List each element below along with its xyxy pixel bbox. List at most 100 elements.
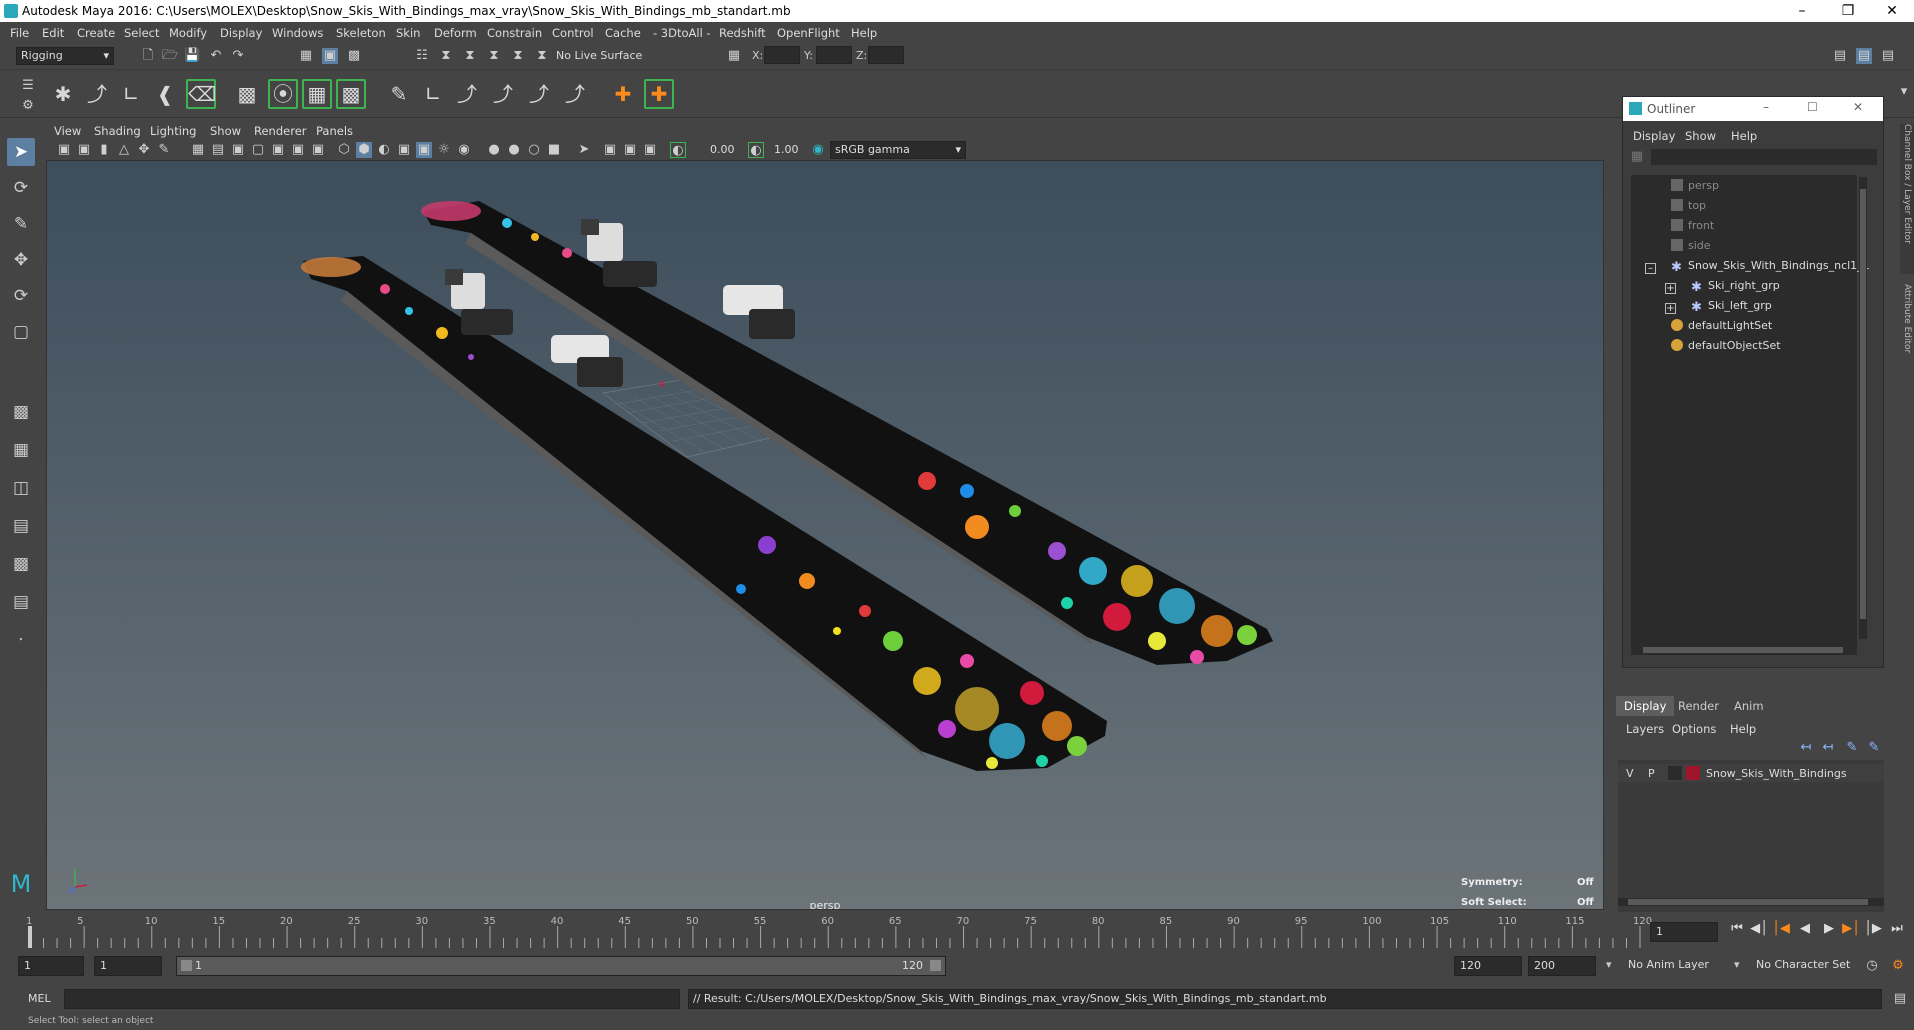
outliner-hscroll-thumb[interactable] [1643, 647, 1843, 653]
bind-skin-icon[interactable]: ⦿ [268, 79, 298, 109]
set-key-icon[interactable]: ✚ [608, 79, 638, 109]
layer-menu-options[interactable]: Options [1672, 722, 1716, 736]
exposure-icon[interactable]: ◐ [670, 142, 686, 158]
ik-handle-icon[interactable]: ⤴ [82, 79, 112, 109]
outliner-menu-display[interactable]: Display [1633, 129, 1675, 143]
film-gate-icon[interactable]: ▤ [210, 142, 226, 158]
time-slider[interactable]: 1 5 10 15 20 25 30 35 40 45 50 55 60 65 70 75 80 85 90 95 10… [0, 912, 1914, 950]
image-plane-icon[interactable]: △ [116, 142, 132, 158]
layer-menu-help[interactable]: Help [1730, 722, 1756, 736]
layer-visibility-toggle[interactable]: V [1626, 767, 1634, 780]
snap-point-icon[interactable]: ⧗ [462, 48, 478, 64]
outliner-item-top[interactable]: top [1671, 199, 1706, 217]
menu-create[interactable]: Create [77, 26, 115, 40]
redo-icon[interactable]: ↷ [230, 48, 246, 64]
shelf-settings-icon[interactable]: ⚙ [20, 98, 36, 114]
outliner-filter-icon[interactable]: ▦ [1629, 149, 1645, 165]
menu-constrain[interactable]: Constrain [487, 26, 542, 40]
toggle-modeling-toolkit-icon[interactable]: ▤ [1832, 48, 1848, 64]
move-layer-down-icon[interactable]: ↤ [1820, 740, 1836, 756]
select-hierarchy-icon[interactable]: ▦ [298, 48, 314, 64]
isolate-select-icon[interactable]: ■ [546, 142, 562, 158]
depth-of-field-icon[interactable]: ○ [526, 142, 542, 158]
outliner-search-input[interactable] [1651, 149, 1877, 165]
select-component-icon[interactable]: ▩ [346, 48, 362, 64]
colorspace-dropdown[interactable]: sRGB gamma ▾ [830, 141, 966, 159]
rotate-tool-icon[interactable]: ⟳ [7, 282, 35, 310]
transform-mode-icon[interactable]: ▦ [726, 48, 742, 64]
menu-windows[interactable]: Windows [272, 26, 323, 40]
time-ruler[interactable]: 1 5 10 15 20 25 30 35 40 45 50 55 60 65 70 75 80 85 90 95 10… [24, 912, 1674, 948]
x-field[interactable] [764, 46, 800, 64]
outliner-item-ski-right[interactable]: ✱ Ski_right_grp [1691, 279, 1780, 297]
layer-playback-toggle[interactable]: P [1648, 767, 1655, 780]
layer-color-swatch[interactable] [1686, 766, 1700, 780]
select-tool-icon[interactable]: ➤ [7, 138, 35, 166]
outliner-titlebar[interactable]: Outliner – ☐ ✕ [1623, 97, 1883, 121]
step-forward-frame-icon[interactable]: │▶ [1864, 920, 1882, 938]
chevron-down-icon[interactable]: ▾ [1734, 958, 1740, 971]
xray-joints-icon[interactable]: ▣ [602, 142, 618, 158]
new-scene-icon[interactable]: 🗋 [140, 48, 156, 64]
viewport-persp[interactable]: + persp Symmetry: Off Soft Select: Off [46, 160, 1604, 910]
key-selected-icon[interactable]: ✚ [644, 79, 674, 109]
expand-toggle-icon[interactable]: + [1665, 283, 1676, 294]
vp-menu-shading[interactable]: Shading [94, 124, 141, 138]
menu-file[interactable]: File [10, 26, 29, 40]
single-pane-icon[interactable]: ▩ [7, 398, 35, 426]
field-chart-icon[interactable]: ▣ [270, 142, 286, 158]
menu-select[interactable]: Select [124, 26, 159, 40]
menu-display[interactable]: Display [220, 26, 262, 40]
playback-end-field[interactable]: 120 [1454, 956, 1522, 976]
tab-anim[interactable]: Anim [1726, 696, 1772, 716]
go-to-start-icon[interactable]: ⏮ [1728, 920, 1746, 938]
current-time-indicator[interactable] [28, 926, 32, 948]
open-scene-icon[interactable]: 🗁 [162, 48, 178, 64]
layer-hscroll-thumb[interactable] [1628, 899, 1868, 905]
attribute-editor-side-tab[interactable]: Attribute Editor [1900, 284, 1914, 384]
outliner-item-ski-left[interactable]: ✱ Ski_left_grp [1691, 299, 1772, 317]
minimize-button[interactable]: – [1780, 0, 1824, 22]
shelf-scroll-icon[interactable]: ▾ [1896, 84, 1912, 100]
layer-menu-layers[interactable]: Layers [1626, 722, 1664, 736]
aim-constraint-icon[interactable]: ⤴ [452, 79, 482, 109]
layout-graph-icon[interactable]: ▤ [7, 588, 35, 616]
outliner-item-persp[interactable]: persp [1671, 179, 1719, 197]
menu-deform[interactable]: Deform [434, 26, 477, 40]
vp-menu-panels[interactable]: Panels [316, 124, 353, 138]
move-tool-icon[interactable]: ✥ [7, 246, 35, 274]
menu-help[interactable]: Help [851, 26, 877, 40]
vp-menu-show[interactable]: Show [210, 124, 241, 138]
use-all-lights-icon[interactable]: ▣ [416, 142, 432, 158]
snap-view-icon[interactable]: ⧗ [486, 48, 502, 64]
script-editor-icon[interactable]: ▤ [1892, 991, 1908, 1007]
camera-select-icon[interactable]: ▣ [56, 142, 72, 158]
wrap-icon[interactable]: ▩ [336, 79, 366, 109]
persp-outliner-icon[interactable]: ▤ [7, 512, 35, 540]
scale-constraint-icon[interactable]: ⤴ [524, 79, 554, 109]
mode-dropdown[interactable]: Rigging ▾ [16, 47, 114, 65]
menu-3dtoall[interactable]: - 3DtoAll - [653, 26, 711, 40]
smooth-shade-icon[interactable]: ⬢ [356, 142, 372, 158]
layer-type-toggle[interactable] [1668, 766, 1682, 780]
outliner-hscrollbar[interactable] [1631, 645, 1857, 655]
toggle-attribute-editor-icon[interactable]: ▤ [1856, 48, 1872, 64]
layout-icon[interactable]: ▩ [7, 550, 35, 578]
xray-active-icon[interactable]: ▣ [622, 142, 638, 158]
cluster-icon[interactable]: ▩ [232, 79, 262, 109]
gamma-value[interactable]: 1.00 [774, 143, 799, 156]
play-forwards-icon[interactable]: ▶ [1820, 920, 1838, 938]
menu-control[interactable]: Control [552, 26, 594, 40]
grid-icon[interactable]: ▦ [190, 142, 206, 158]
layout-toggle-icon[interactable]: ⋅ [7, 626, 35, 654]
outliner-item-root-group[interactable]: ✱ Snow_Skis_With_Bindings_ncl1_1 [1671, 259, 1870, 277]
anim-prefs-icon[interactable]: ⚙ [1890, 958, 1906, 974]
2d-pan-icon[interactable]: ✥ [136, 142, 152, 158]
menu-modify[interactable]: Modify [169, 26, 207, 40]
outliner-minimize-button[interactable]: – [1763, 100, 1769, 114]
vp-menu-renderer[interactable]: Renderer [254, 124, 307, 138]
point-constraint-icon[interactable]: ∟ [418, 79, 448, 109]
outliner-vscrollbar[interactable] [1859, 177, 1867, 639]
end-frame-field[interactable]: 200 [1528, 956, 1596, 976]
range-slider[interactable]: 1 120 [176, 956, 946, 976]
